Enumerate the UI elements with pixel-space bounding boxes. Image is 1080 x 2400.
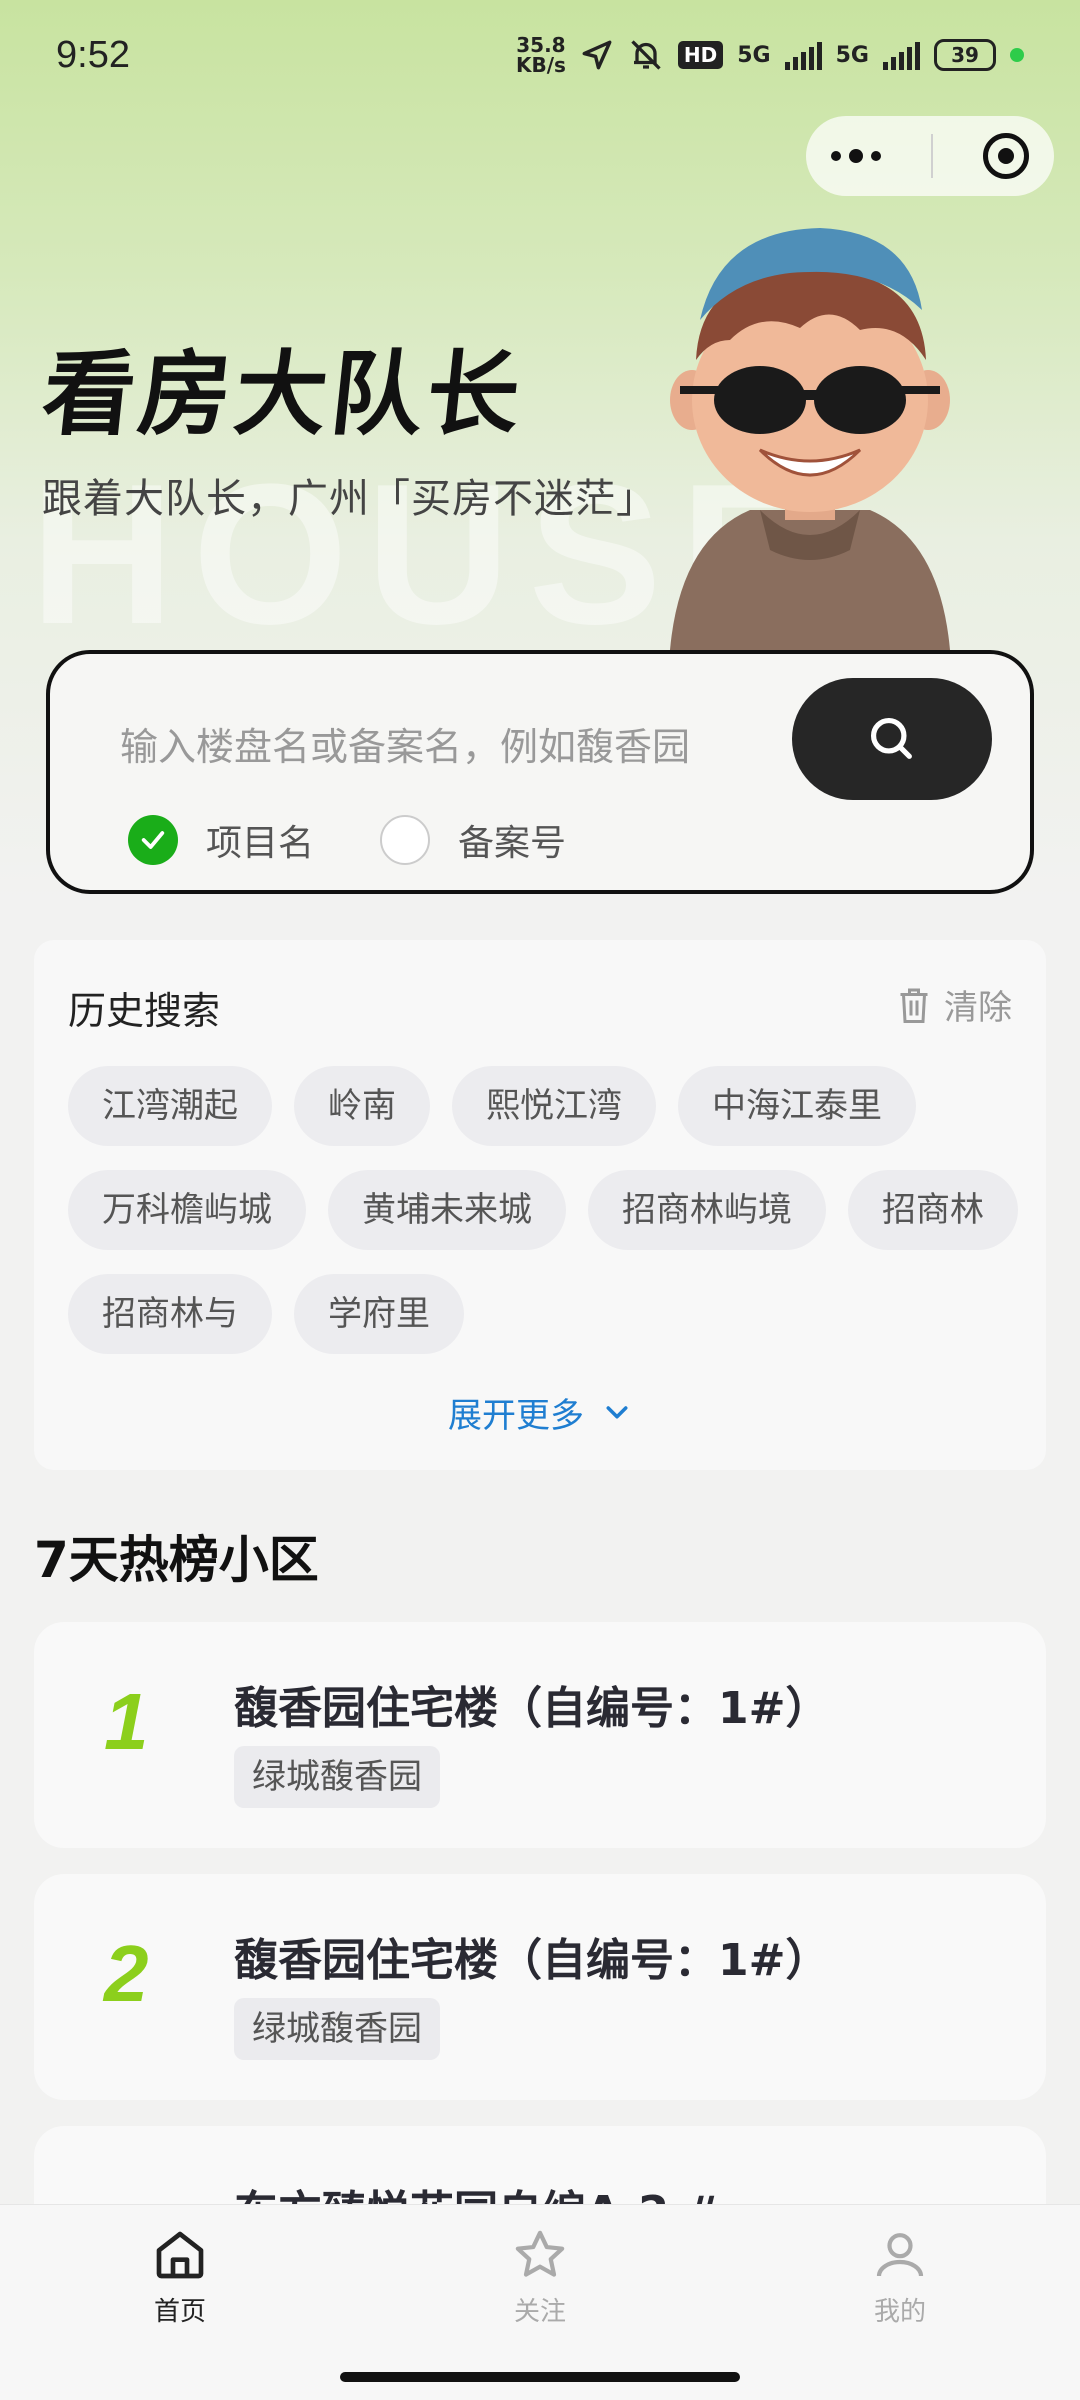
battery-level: 39 xyxy=(951,43,979,67)
status-icons: 35.8 KB/s HD 5G 5G 39 xyxy=(516,35,1024,75)
home-indicator[interactable] xyxy=(340,2372,740,2382)
signal-icon-2 xyxy=(883,40,920,70)
history-tags: 江湾潮起 岭南 熙悦江湾 中海江泰里 万科檐屿城 黄埔未来城 招商林屿境 招商林… xyxy=(68,1066,1028,1354)
hero-subtitle: 跟着大队长，广州「买房不迷茫」 xyxy=(42,476,657,522)
radio-project-name[interactable] xyxy=(128,815,178,865)
hero-title: 看房大队长 xyxy=(37,341,529,448)
tab-home-label: 首页 xyxy=(153,2297,206,2327)
expand-more-button[interactable]: 展开更多 xyxy=(34,1388,1046,1437)
search-history-title: 历史搜索 xyxy=(68,989,221,1033)
history-tag[interactable]: 招商林屿境 xyxy=(588,1170,826,1250)
rank-number: 1 xyxy=(104,1677,149,1766)
network-speed-unit: KB/s xyxy=(515,53,566,77)
search-input[interactable]: 输入楼盘名或备案名，例如馥香园 xyxy=(120,716,690,771)
star-icon xyxy=(515,2230,565,2277)
mascot-illustration xyxy=(670,228,950,650)
search-button[interactable] xyxy=(792,678,992,800)
trash-icon xyxy=(900,988,928,1023)
radio-project-name-label[interactable]: 项目名 xyxy=(206,814,314,866)
tab-mine-label: 我的 xyxy=(873,2297,926,2327)
tab-follow[interactable]: 关注 xyxy=(440,2227,640,2328)
history-tag[interactable]: 江湾潮起 xyxy=(68,1066,272,1146)
search-history-card: 历史搜索 清除 江湾潮起 岭南 熙悦江湾 中海江泰里 万科檐屿城 黄埔未来城 招… xyxy=(34,940,1046,1470)
status-time: 9:52 xyxy=(56,33,130,76)
home-icon xyxy=(156,2231,204,2279)
user-icon xyxy=(876,2233,924,2277)
radio-record-number[interactable] xyxy=(380,815,431,865)
more-options-icon[interactable] xyxy=(831,149,881,163)
network-type-2: 5G xyxy=(835,42,869,68)
hot-list-title: 7天热榜小区 xyxy=(34,1531,319,1589)
search-icon xyxy=(870,717,912,759)
status-bar: 9:52 35.8 KB/s HD 5G 5G 39 xyxy=(0,0,1080,110)
privacy-indicator-dot xyxy=(1010,48,1024,62)
history-tag[interactable]: 熙悦江湾 xyxy=(452,1066,656,1146)
expand-more-label: 展开更多 xyxy=(448,1396,584,1436)
clear-history-label: 清除 xyxy=(944,988,1012,1028)
history-tag[interactable]: 万科檐屿城 xyxy=(68,1170,306,1250)
rank-item-name: 馥香园住宅楼（自编号：1#） xyxy=(234,1935,830,1986)
hd-badge: HD xyxy=(677,41,724,69)
tab-home[interactable]: 首页 xyxy=(80,2227,280,2328)
search-card: 输入楼盘名或备案名，例如馥香园 项目名 备案号 xyxy=(46,650,1034,894)
capsule-divider xyxy=(931,134,933,178)
rank-item-tag: 绿城馥香园 xyxy=(234,1998,440,2060)
hot-list-item[interactable]: 2 馥香园住宅楼（自编号：1#） 绿城馥香园 xyxy=(34,1874,1046,2100)
network-speed: 35.8 KB/s xyxy=(516,35,566,75)
chevron-down-icon xyxy=(606,1405,628,1418)
checkmark-icon xyxy=(141,831,165,849)
bottom-tab-bar: 首页 关注 我的 xyxy=(0,2204,1080,2400)
history-tag[interactable]: 岭南 xyxy=(294,1066,430,1146)
location-arrow-icon xyxy=(582,40,612,70)
hot-list-item[interactable]: 1 馥香园住宅楼（自编号：1#） 绿城馥香园 xyxy=(34,1622,1046,1848)
history-tag[interactable]: 招商林 xyxy=(848,1170,1018,1250)
signal-icon xyxy=(784,40,822,70)
clear-history-button[interactable]: 清除 xyxy=(896,980,1012,1029)
tab-follow-label: 关注 xyxy=(513,2297,566,2327)
miniprogram-capsule xyxy=(806,116,1054,196)
history-tag[interactable]: 学府里 xyxy=(294,1274,464,1354)
network-type-1: 5G xyxy=(737,42,771,68)
mute-bell-icon xyxy=(631,40,661,70)
search-type-options: 项目名 备案号 xyxy=(128,814,632,866)
rank-item-tag: 绿城馥香园 xyxy=(234,1746,440,1808)
tab-mine[interactable]: 我的 xyxy=(800,2227,1000,2328)
rank-number: 2 xyxy=(104,1929,149,2018)
history-tag[interactable]: 黄埔未来城 xyxy=(328,1170,566,1250)
network-speed-value: 35.8 xyxy=(516,33,566,57)
radio-record-number-label[interactable]: 备案号 xyxy=(458,814,566,866)
close-miniprogram-icon[interactable] xyxy=(983,133,1029,179)
battery-icon: 39 xyxy=(934,39,996,71)
history-tag[interactable]: 招商林与 xyxy=(68,1274,272,1354)
rank-item-name: 馥香园住宅楼（自编号：1#） xyxy=(234,1683,830,1734)
history-tag[interactable]: 中海江泰里 xyxy=(678,1066,916,1146)
